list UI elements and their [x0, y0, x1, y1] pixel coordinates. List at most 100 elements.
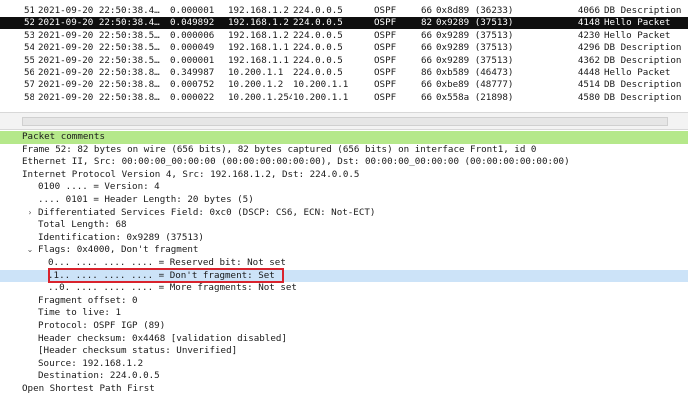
packet-source: 10.200.1.1: [228, 67, 284, 78]
packet-source: 10.200.1.254: [228, 91, 292, 103]
packet-source: 192.168.1.2: [228, 17, 289, 29]
detail-line[interactable]: 0100 .... = Version: 4: [0, 181, 688, 194]
packet-protocol: OSPF: [374, 42, 397, 54]
packet-ip-id: 0x9289 (37513): [436, 42, 514, 54]
packet-delta: 0.000022: [170, 91, 215, 103]
packet-protocol: OSPF: [374, 29, 397, 41]
packet-length: 66: [421, 5, 433, 16]
packet-delta: 0.000006: [170, 29, 215, 41]
packet-delta: 0.000001: [170, 5, 215, 16]
packet-row[interactable]: 55 2021-09-20 22:50:38.5… 0.000001 192.168.…: [0, 55, 688, 67]
packet-row[interactable]: 58 2021-09-20 22:50:38.8… 0.000022 10.200.1…: [0, 92, 688, 104]
detail-line[interactable]: Identification: 0x9289 (37513): [0, 232, 688, 245]
detail-text: Identification: 0x9289 (37513): [38, 231, 204, 243]
detail-text: Ethernet II, Src: 00:00:00_00:00:00 (00:…: [22, 156, 570, 168]
packet-row[interactable]: 57 2021-09-20 22:50:38.8… 0.000752 10.200.1…: [0, 79, 688, 91]
packet-protocol: OSPF: [374, 91, 397, 103]
packet-length: 66: [421, 29, 433, 41]
pane-splitter[interactable]: [0, 112, 688, 130]
detail-text: .1.. .... .... .... = Don't fragment: Se…: [48, 269, 275, 281]
packet-info: DB Description: [604, 42, 682, 54]
detail-text: Internet Protocol Version 4, Src: 192.16…: [22, 168, 360, 180]
detail-tree-node[interactable]: ⌄ Flags: 0x4000, Don't fragment: [0, 244, 688, 257]
packet-time: 2021-09-20 22:50:38.5…: [38, 42, 160, 54]
detail-line-dont-fragment[interactable]: .1.. .... .... .... = Don't fragment: Se…: [0, 269, 688, 283]
packet-number: 56: [24, 67, 34, 78]
packet-cumulative-bytes: 4448: [577, 67, 600, 78]
detail-line[interactable]: Destination: 224.0.0.5: [0, 370, 688, 383]
packet-source: 10.200.1.2: [228, 79, 284, 91]
packet-number: 54: [24, 42, 34, 54]
detail-line[interactable]: Time to live: 1: [0, 307, 688, 320]
packet-protocol: OSPF: [374, 79, 397, 91]
detail-line[interactable]: [Header checksum status: Unverified]: [0, 345, 688, 358]
packet-comments-row[interactable]: Packet comments: [0, 131, 688, 144]
packet-details-tree[interactable]: Packet comments Frame 52: 82 bytes on wir…: [0, 131, 688, 416]
detail-line[interactable]: Fragment offset: 0: [0, 295, 688, 308]
packet-protocol: OSPF: [374, 54, 397, 66]
packet-info: DB Description: [604, 79, 682, 91]
packet-destination: 224.0.0.5: [293, 29, 343, 41]
detail-text: Time to live: 1: [38, 307, 121, 319]
detail-text: Differentiated Services Field: 0xc0 (DSC…: [38, 206, 376, 218]
packet-row[interactable]: 56 2021-09-20 22:50:38.8… 0.349987 10.200.1…: [0, 67, 688, 79]
horizontal-scrollbar-thumb[interactable]: [22, 117, 668, 126]
packet-row[interactable]: 53 2021-09-20 22:50:38.5… 0.000006 192.168.…: [0, 30, 688, 42]
packet-row[interactable]: 51 2021-09-20 22:50:38.4… 0.000001 192.168.…: [0, 5, 688, 17]
detail-text: Packet comments: [22, 131, 105, 142]
packet-destination: 224.0.0.5: [293, 17, 343, 29]
packet-info: Hello Packet: [604, 67, 671, 78]
packet-ip-id: 0xbe89 (48777): [436, 79, 514, 91]
packet-time: 2021-09-20 22:50:38.8…: [38, 91, 160, 103]
packet-cumulative-bytes: 4362: [577, 54, 600, 66]
packet-number: 58: [24, 91, 34, 103]
detail-text: Total Length: 68: [38, 219, 127, 231]
packet-delta: 0.049892: [170, 17, 215, 29]
packet-info: Hello Packet: [604, 17, 671, 29]
packet-row[interactable]: 54 2021-09-20 22:50:38.5… 0.000049 192.168.…: [0, 42, 688, 54]
detail-line[interactable]: Ethernet II, Src: 00:00:00_00:00:00 (00:…: [0, 156, 688, 169]
packet-delta: 0.000049: [170, 42, 215, 54]
packet-length: 66: [421, 79, 433, 91]
packet-info: DB Description: [604, 54, 682, 66]
packet-row-selected[interactable]: 52 2021-09-20 22:50:38.4… 0.049892 192.168.…: [0, 17, 688, 30]
packet-destination: 224.0.0.5: [293, 54, 343, 66]
detail-line[interactable]: Internet Protocol Version 4, Src: 192.16…: [0, 169, 688, 182]
detail-line[interactable]: Frame 52: 82 bytes on wire (656 bits), 8…: [0, 144, 688, 157]
detail-line[interactable]: Header checksum: 0x4468 [validation disa…: [0, 333, 688, 346]
packet-number: 52: [24, 17, 34, 29]
packet-number: 53: [24, 29, 34, 41]
packet-time: 2021-09-20 22:50:38.4…: [38, 5, 160, 16]
packet-length: 82: [421, 17, 433, 29]
packet-cumulative-bytes: 4148: [577, 17, 600, 29]
detail-line[interactable]: Protocol: OSPF IGP (89): [0, 320, 688, 333]
detail-text: 0100 .... = Version: 4: [38, 181, 160, 193]
packet-length: 66: [421, 54, 433, 66]
packet-time: 2021-09-20 22:50:38.8…: [38, 67, 160, 78]
chevron-down-icon[interactable]: ⌄: [25, 244, 35, 257]
packet-destination: 224.0.0.5: [293, 42, 343, 54]
packet-cumulative-bytes: 4230: [577, 29, 600, 41]
chevron-right-icon[interactable]: ›: [25, 207, 35, 220]
detail-text: Open Shortest Path First: [22, 383, 155, 394]
packet-cumulative-bytes: 4296: [577, 42, 600, 54]
packet-ip-id: 0x9289 (37513): [436, 54, 514, 66]
packet-list[interactable]: 51 2021-09-20 22:50:38.4… 0.000001 192.168.…: [0, 0, 688, 112]
packet-destination: 224.0.0.5: [293, 5, 343, 16]
detail-line[interactable]: Open Shortest Path First: [0, 383, 688, 396]
detail-tree-node[interactable]: › Differentiated Services Field: 0xc0 (DS…: [0, 207, 688, 220]
detail-line[interactable]: Source: 192.168.1.2: [0, 358, 688, 371]
packet-ip-id: 0xb589 (46473): [436, 67, 514, 78]
packet-info: Hello Packet: [604, 29, 671, 41]
detail-text: Flags: 0x4000, Don't fragment: [38, 244, 199, 256]
detail-line[interactable]: ..0. .... .... .... = More fragments: No…: [0, 282, 688, 295]
detail-text: Header checksum: 0x4468 [validation disa…: [38, 332, 287, 344]
packet-time: 2021-09-20 22:50:38.5…: [38, 54, 160, 66]
packet-number: 57: [24, 79, 34, 91]
detail-line[interactable]: .... 0101 = Header Length: 20 bytes (5): [0, 194, 688, 207]
detail-text: ..0. .... .... .... = More fragments: No…: [48, 282, 297, 294]
detail-line[interactable]: 0... .... .... .... = Reserved bit: Not …: [0, 257, 688, 270]
detail-line[interactable]: Total Length: 68: [0, 219, 688, 232]
packet-number: 51: [24, 5, 34, 16]
packet-protocol: OSPF: [374, 17, 397, 29]
